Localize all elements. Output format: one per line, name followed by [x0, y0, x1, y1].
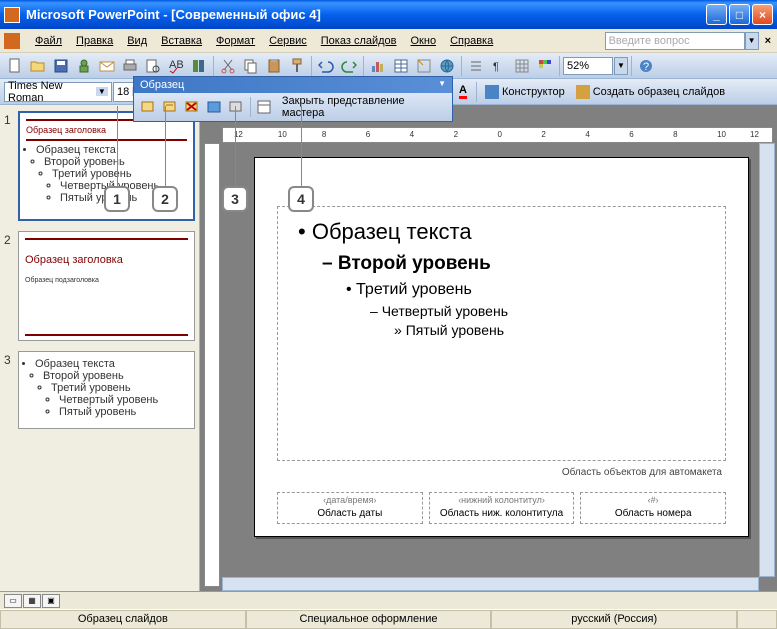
body-placeholder[interactable]: Образец текста Второй уровень Третий уро… [277, 206, 726, 461]
outline-level-1: Образец текста [298, 219, 705, 245]
insert-table-button[interactable] [390, 55, 412, 77]
new-slide-master-button[interactable]: Создать образец слайдов [571, 82, 730, 102]
horizontal-ruler[interactable]: 1210 86 42 02 46 810 12 [222, 127, 773, 143]
close-button[interactable]: × [752, 4, 773, 25]
status-extra [737, 610, 777, 629]
research-button[interactable] [188, 55, 210, 77]
open-button[interactable] [27, 55, 49, 77]
slide-thumbnail[interactable]: Образец заголовка Образец подзаголовка [18, 231, 195, 341]
master-toolbar-title[interactable]: Образец▼ [134, 77, 452, 93]
redo-button[interactable] [338, 55, 360, 77]
menu-help[interactable]: Справка [443, 32, 500, 50]
preview-button[interactable] [142, 55, 164, 77]
outline-level-2: Второй уровень [322, 253, 705, 275]
zoom-field[interactable]: 52% [563, 57, 613, 75]
preserve-master-button[interactable] [203, 96, 224, 118]
view-buttons-bar: ▭ ▦ ▣ [0, 591, 777, 609]
insert-slide-master-button[interactable] [137, 96, 158, 118]
font-name-combo[interactable]: Times New Roman▼ [4, 82, 112, 102]
master-toolbar[interactable]: Образец▼ Закрыть представление мастера [133, 76, 453, 122]
menu-file[interactable]: Файл [28, 32, 69, 50]
print-button[interactable] [119, 55, 141, 77]
expand-all-button[interactable] [465, 55, 487, 77]
delete-master-button[interactable] [181, 96, 202, 118]
slide-number: 1 [4, 111, 18, 221]
insert-title-master-button[interactable] [159, 96, 180, 118]
spellcheck-button[interactable]: AB [165, 55, 187, 77]
help-question-box[interactable]: Введите вопрос [605, 32, 745, 50]
slide-number: 3 [4, 351, 18, 429]
menu-bar: Файл Правка Вид Вставка Формат Сервис По… [0, 29, 777, 53]
slide-design-button[interactable]: Конструктор [480, 82, 570, 102]
outline-level-5: Пятый уровень [394, 322, 705, 338]
svg-text:¶: ¶ [493, 61, 499, 73]
zoom-dropdown[interactable]: ▼ [614, 57, 628, 75]
menu-insert[interactable]: Вставка [154, 32, 209, 50]
outline-level-4: Четвертый уровень [370, 303, 705, 319]
vertical-scrollbar[interactable] [759, 143, 775, 577]
slide-thumbnail[interactable]: Образец текста Второй уровень Третий уро… [18, 351, 195, 429]
slide-canvas[interactable]: Образец текста Второй уровень Третий уро… [254, 157, 749, 537]
powerpoint-icon[interactable] [4, 33, 20, 49]
slide-number: 2 [4, 231, 18, 341]
sorter-view-button[interactable]: ▦ [23, 594, 41, 608]
copy-button[interactable] [240, 55, 262, 77]
normal-view-button[interactable]: ▭ [4, 594, 22, 608]
menu-edit[interactable]: Правка [69, 32, 120, 50]
slide-edit-area: 1210 86 42 02 46 810 12 Образец текста В… [200, 105, 777, 591]
save-button[interactable] [50, 55, 72, 77]
status-view: Образец слайдов [0, 610, 246, 629]
email-button[interactable] [96, 55, 118, 77]
help-question-dropdown[interactable]: ▼ [745, 32, 759, 50]
slidenumber-placeholder[interactable]: ‹#›Область номера [580, 492, 726, 524]
menu-window[interactable]: Окно [404, 32, 444, 50]
vertical-ruler[interactable] [204, 143, 220, 587]
maximize-button[interactable]: □ [729, 4, 750, 25]
format-painter-button[interactable] [286, 55, 308, 77]
window-title: Microsoft PowerPoint - [Современный офис… [26, 7, 706, 22]
slideshow-view-button[interactable]: ▣ [42, 594, 60, 608]
footer-placeholder[interactable]: ‹нижний колонтитул›Область ниж. колонтит… [429, 492, 575, 524]
tables-borders-button[interactable] [413, 55, 435, 77]
insert-chart-button[interactable] [367, 55, 389, 77]
permission-button[interactable] [73, 55, 95, 77]
title-bar: Microsoft PowerPoint - [Современный офис… [0, 0, 777, 29]
slides-thumbnail-panel: 1 Образец заголовка Образец текста Второ… [0, 105, 200, 591]
new-button[interactable] [4, 55, 26, 77]
status-design: Специальное оформление [246, 610, 492, 629]
mdi-close-button[interactable]: × [765, 35, 771, 47]
cut-button[interactable] [217, 55, 239, 77]
horizontal-scrollbar[interactable] [222, 577, 759, 591]
minimize-button[interactable]: _ [706, 4, 727, 25]
menu-view[interactable]: Вид [120, 32, 154, 50]
svg-text:?: ? [643, 61, 649, 73]
color-grayscale-button[interactable] [534, 55, 556, 77]
autolayout-label: Область объектов для автомакета [562, 467, 722, 478]
menu-tools[interactable]: Сервис [262, 32, 314, 50]
status-bar: Образец слайдов Специальное оформление р… [0, 609, 777, 629]
menu-slideshow[interactable]: Показ слайдов [314, 32, 404, 50]
app-icon [4, 7, 20, 23]
undo-button[interactable] [315, 55, 337, 77]
date-placeholder[interactable]: ‹дата/время›Область даты [277, 492, 423, 524]
status-language: русский (Россия) [491, 610, 737, 629]
show-grid-button[interactable] [511, 55, 533, 77]
master-layout-button[interactable] [254, 96, 275, 118]
insert-hyperlink-button[interactable] [436, 55, 458, 77]
show-formatting-button[interactable]: ¶ [488, 55, 510, 77]
menu-format[interactable]: Формат [209, 32, 262, 50]
paste-button[interactable] [263, 55, 285, 77]
help-button[interactable]: ? [635, 55, 657, 77]
outline-level-3: Третий уровень [346, 281, 705, 299]
font-color-button[interactable]: A [453, 82, 473, 102]
rename-master-button[interactable] [226, 96, 247, 118]
